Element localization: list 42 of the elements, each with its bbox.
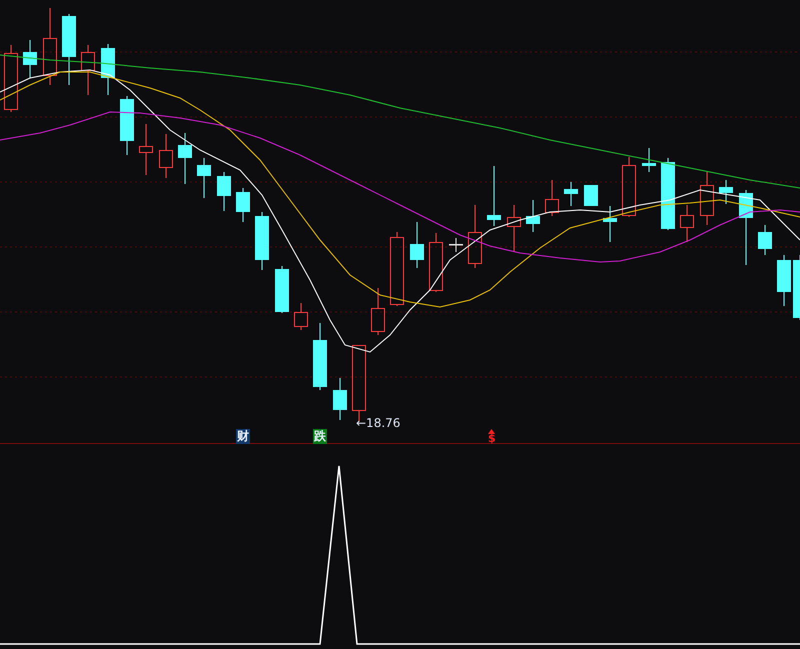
buy-signal: $ (487, 433, 497, 444)
candlestick (120, 96, 134, 156)
candlestick (294, 302, 308, 330)
candlestick (333, 378, 347, 420)
candlestick (275, 266, 289, 314)
candlestick (793, 254, 800, 320)
candlestick (719, 180, 733, 204)
candlestick (507, 204, 521, 252)
candlestick (642, 148, 656, 172)
candlestick (777, 254, 791, 306)
candlestick (139, 124, 153, 176)
candlestick (4, 44, 18, 112)
candlestick (429, 232, 443, 292)
signal-tag: 财 (236, 429, 250, 444)
candlestick (81, 44, 95, 96)
candlestick (23, 40, 37, 78)
candlestick (197, 158, 211, 198)
candlestick (680, 204, 694, 242)
candlestick (255, 212, 269, 270)
candlestick (584, 184, 598, 206)
candlestick (236, 188, 250, 222)
candlestick (62, 14, 76, 86)
candlestick (622, 156, 636, 218)
candlestick (313, 322, 327, 390)
candlestick (603, 206, 617, 242)
candlestick (410, 222, 424, 268)
candlestick (526, 200, 540, 232)
candlestick (545, 180, 559, 216)
candlestick (564, 182, 578, 206)
up-arrow-icon (488, 429, 495, 434)
low-price-label: ←18.76 (356, 415, 400, 431)
candlestick (700, 172, 714, 226)
candlestick (371, 288, 385, 336)
signal-tag: 跌 (313, 429, 327, 444)
candlestick (449, 238, 463, 252)
candlestick (217, 172, 231, 212)
candlestick (101, 44, 115, 96)
candlestick (178, 132, 192, 184)
candlestick (758, 224, 772, 256)
candlestick (468, 204, 482, 268)
candlestick (159, 134, 173, 178)
candlestick (487, 166, 501, 226)
